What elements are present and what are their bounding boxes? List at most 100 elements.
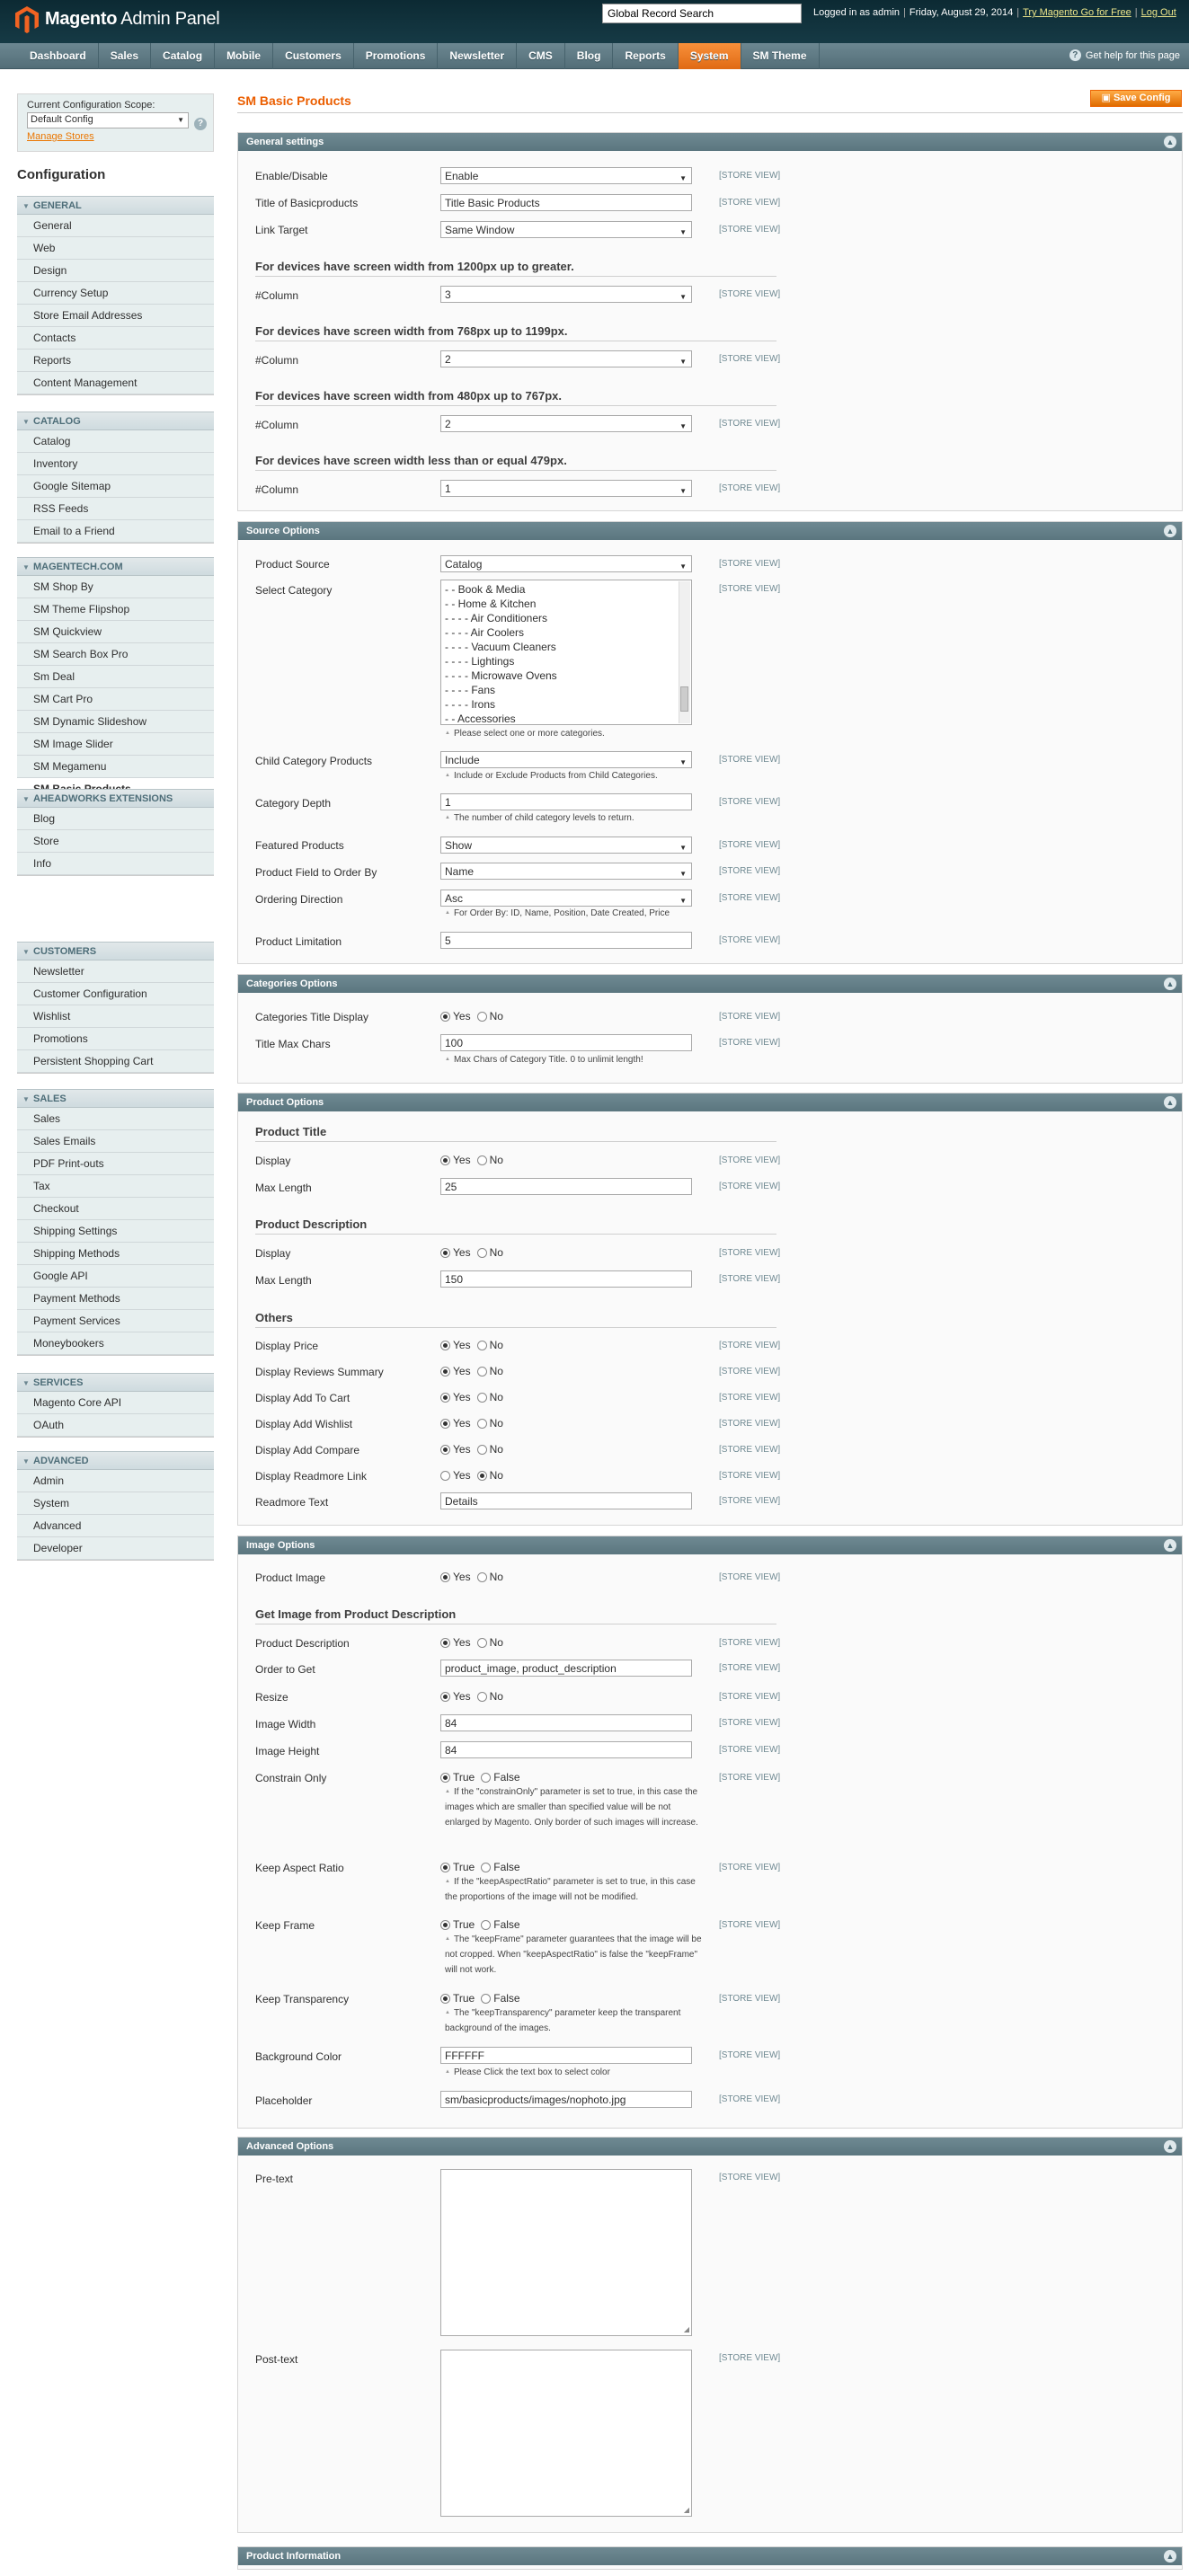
radio-button[interactable] bbox=[440, 1366, 450, 1377]
radio-button[interactable] bbox=[476, 1637, 487, 1648]
sidebar-item-shipping-settings[interactable]: Shipping Settings bbox=[17, 1220, 214, 1243]
sidebar-item-magento-core-api[interactable]: Magento Core API bbox=[17, 1392, 214, 1414]
category-option[interactable]: - - - - Lightings bbox=[445, 654, 688, 668]
category-depth-input[interactable]: 1 bbox=[440, 793, 692, 810]
resize-grip-icon[interactable]: ◢ bbox=[684, 2325, 689, 2333]
radio-button[interactable] bbox=[476, 1011, 487, 1022]
radio-button[interactable] bbox=[481, 1993, 492, 2004]
nav-newsletter[interactable]: Newsletter bbox=[438, 43, 518, 69]
radio-button[interactable] bbox=[476, 1470, 487, 1481]
radio-button[interactable] bbox=[476, 1366, 487, 1377]
radio-button[interactable] bbox=[440, 1862, 450, 1872]
sidebar-group-header[interactable]: ▼ Sales bbox=[17, 1089, 214, 1108]
product-image-radio[interactable]: Yes No bbox=[440, 1571, 508, 1583]
sidebar-group-header[interactable]: ▼ Customers bbox=[17, 942, 214, 960]
sidebar-item-sm-megamenu[interactable]: SM Megamenu bbox=[17, 756, 214, 778]
scrollbar-thumb[interactable] bbox=[680, 686, 688, 712]
category-option[interactable]: - - - - Microwave Ovens bbox=[445, 668, 688, 683]
sidebar-item-rss-feeds[interactable]: RSS Feeds bbox=[17, 498, 214, 520]
collapse-icon[interactable]: ▲ bbox=[1164, 1096, 1176, 1109]
category-option[interactable]: - - Home & Kitchen bbox=[445, 597, 688, 611]
keep-transparency-radio[interactable]: True False bbox=[440, 1992, 525, 2005]
sidebar-item-general[interactable]: General bbox=[17, 215, 214, 237]
sidebar-item-promotions[interactable]: Promotions bbox=[17, 1028, 214, 1050]
column-480-select[interactable]: 2 ▼ bbox=[440, 415, 692, 432]
column-768-select[interactable]: 2 ▼ bbox=[440, 350, 692, 367]
category-option[interactable]: - - - - Air Conditioners bbox=[445, 611, 688, 625]
category-option[interactable]: - - Accessories bbox=[445, 712, 688, 724]
sidebar-group-header[interactable]: ▼ Catalog bbox=[17, 412, 214, 430]
sidebar-item-oauth[interactable]: OAuth bbox=[17, 1414, 214, 1437]
help-icon[interactable]: ? bbox=[194, 118, 207, 130]
nav-blog[interactable]: Blog bbox=[565, 43, 614, 69]
sidebar-item-google-sitemap[interactable]: Google Sitemap bbox=[17, 475, 214, 498]
radio-button[interactable] bbox=[481, 1919, 492, 1930]
sidebar-item-info[interactable]: Info bbox=[17, 853, 214, 875]
sidebar-item-content-management[interactable]: Content Management bbox=[17, 372, 214, 394]
column-479-select[interactable]: 1 ▼ bbox=[440, 480, 692, 497]
child-category-select[interactable]: Include ▼ bbox=[440, 751, 692, 768]
radio-button[interactable] bbox=[440, 1470, 450, 1481]
logout-link[interactable]: Log Out bbox=[1141, 7, 1176, 18]
category-option[interactable]: - - - - Vacuum Cleaners bbox=[445, 640, 688, 654]
sidebar-item-developer[interactable]: Developer bbox=[17, 1537, 214, 1560]
radio-button[interactable] bbox=[440, 1444, 450, 1455]
background-color-input[interactable]: FFFFFF bbox=[440, 2047, 692, 2064]
radio-button[interactable] bbox=[476, 1392, 487, 1403]
radio-button[interactable] bbox=[481, 1862, 492, 1872]
image-height-input[interactable]: 84 bbox=[440, 1741, 692, 1758]
collapse-icon[interactable]: ▲ bbox=[1164, 1539, 1176, 1552]
sidebar-item-google-api[interactable]: Google API bbox=[17, 1265, 214, 1288]
keep-frame-radio[interactable]: True False bbox=[440, 1918, 525, 1931]
try-magento-link[interactable]: Try Magento Go for Free bbox=[1023, 7, 1131, 18]
radio-button[interactable] bbox=[440, 1340, 450, 1350]
collapse-icon[interactable]: ▲ bbox=[1164, 136, 1176, 148]
save-config-button[interactable]: ▣ Save Config bbox=[1090, 90, 1182, 107]
nav-system[interactable]: System bbox=[678, 43, 741, 69]
radio-button[interactable] bbox=[476, 1691, 487, 1702]
image-width-input[interactable]: 84 bbox=[440, 1714, 692, 1731]
pre-text-textarea[interactable]: ◢ bbox=[440, 2169, 692, 2336]
sidebar-item-design[interactable]: Design bbox=[17, 260, 214, 282]
section-header[interactable]: General settings ▲ bbox=[238, 133, 1182, 151]
post-text-textarea[interactable]: ◢ bbox=[440, 2350, 692, 2517]
keep-aspect-ratio-radio[interactable]: True False bbox=[440, 1861, 525, 1873]
sidebar-item-moneybookers[interactable]: Moneybookers bbox=[17, 1332, 214, 1355]
sidebar-item-payment-methods[interactable]: Payment Methods bbox=[17, 1288, 214, 1310]
sidebar-item-sm-dynamic-slideshow[interactable]: SM Dynamic Slideshow bbox=[17, 711, 214, 733]
placeholder-input[interactable]: sm/basicproducts/images/nophoto.jpg bbox=[440, 2091, 692, 2108]
radio-button[interactable] bbox=[481, 1772, 492, 1783]
sidebar-item-sm-quickview[interactable]: SM Quickview bbox=[17, 621, 214, 643]
sidebar-item-wishlist[interactable]: Wishlist bbox=[17, 1005, 214, 1028]
description-display-radio[interactable]: Yes No bbox=[440, 1246, 508, 1259]
section-header[interactable]: Image Options ▲ bbox=[238, 1536, 1182, 1554]
constrain-only-radio[interactable]: True False bbox=[440, 1771, 525, 1784]
radio-button[interactable] bbox=[440, 1155, 450, 1165]
display-compare-radio[interactable]: Yes No bbox=[440, 1443, 508, 1456]
section-header[interactable]: Product Options ▲ bbox=[238, 1093, 1182, 1111]
collapse-icon[interactable]: ▲ bbox=[1164, 2550, 1176, 2563]
sidebar-item-store-email-addresses[interactable]: Store Email Addresses bbox=[17, 305, 214, 327]
link-target-select[interactable]: Same Window ▼ bbox=[440, 221, 692, 238]
section-header[interactable]: Advanced Options ▲ bbox=[238, 2138, 1182, 2156]
order-to-get-input[interactable]: product_image, product_description bbox=[440, 1660, 692, 1677]
section-header[interactable]: Product Information ▲ bbox=[238, 2547, 1182, 2565]
enable-select[interactable]: Enable ▼ bbox=[440, 167, 692, 184]
sidebar-item-advanced[interactable]: Advanced bbox=[17, 1515, 214, 1537]
display-wishlist-radio[interactable]: Yes No bbox=[440, 1417, 508, 1430]
sidebar-group-header[interactable]: ▼ Advanced bbox=[17, 1451, 214, 1470]
nav-dashboard[interactable]: Dashboard bbox=[18, 43, 99, 69]
collapse-icon[interactable]: ▲ bbox=[1164, 2140, 1176, 2153]
radio-button[interactable] bbox=[476, 1571, 487, 1582]
radio-button[interactable] bbox=[476, 1340, 487, 1350]
scope-select[interactable]: Default Config ▼ bbox=[27, 112, 189, 128]
sidebar-item-sm-image-slider[interactable]: SM Image Slider bbox=[17, 733, 214, 756]
display-readmore-radio[interactable]: Yes No bbox=[440, 1469, 508, 1482]
category-option[interactable]: - - - - Irons bbox=[445, 697, 688, 712]
category-multiselect[interactable]: - - Book & Media - - Home & Kitchen - - - … bbox=[440, 580, 692, 725]
sidebar-item-store[interactable]: Store bbox=[17, 830, 214, 853]
radio-button[interactable] bbox=[476, 1247, 487, 1258]
sidebar-item-web[interactable]: Web bbox=[17, 237, 214, 260]
radio-button[interactable] bbox=[440, 1772, 450, 1783]
sidebar-item-blog[interactable]: Blog bbox=[17, 808, 214, 830]
